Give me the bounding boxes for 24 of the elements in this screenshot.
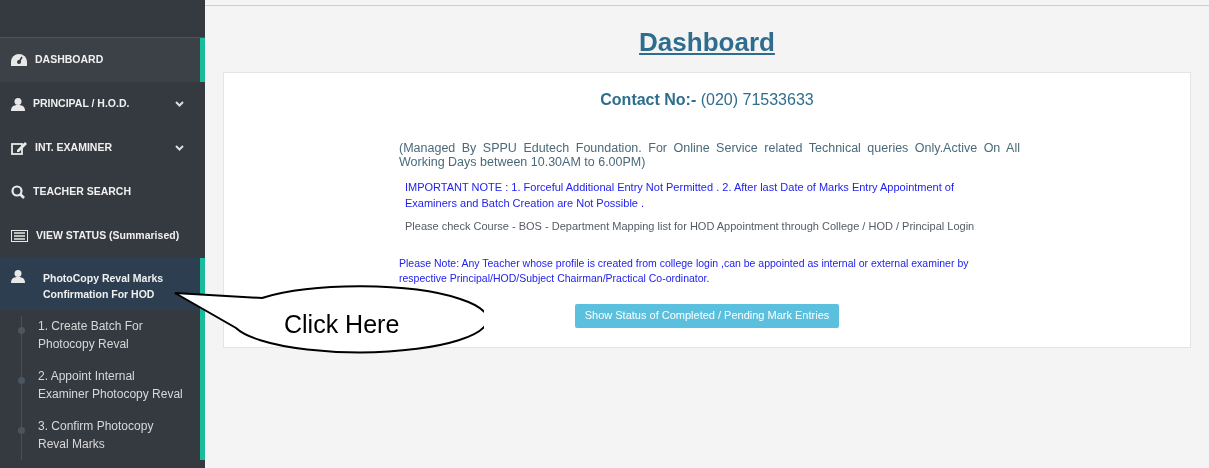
submenu-item[interactable]: 1. Create Batch For Photocopy Reval	[0, 310, 200, 360]
user-icon	[11, 97, 25, 111]
sidebar-item[interactable]: PhotoCopy Reval Marks Confirmation For HOD	[0, 258, 205, 310]
sidebar-item[interactable]: TEACHER SEARCH	[0, 170, 205, 214]
managed-note: (Managed By SPPU Edutech Foundation. For Online Service related Technical queries Only.Active On All Working Days between 10.30AM to 6.00PM)	[399, 141, 1020, 169]
important-note: IMPORTANT NOTE : 1. Forceful Additional Entry Not Permitted . 2. After last Date of Marks Entry Appointment of Examiners and Batch Creation are Not Possible .	[405, 180, 955, 211]
page-title: Dashboard	[639, 26, 775, 59]
teacher-note: Please Note: Any Teacher whose profile is created from college login ,can be appointed as internal or external examiner by respective Principal/HOD/Subject Chairman/Practical Co-ordinator.	[399, 255, 970, 286]
submenu-item[interactable]: 2. Appoint Internal Examiner Photocopy Reval	[0, 360, 200, 410]
edit-icon	[11, 141, 27, 155]
submenu-item[interactable]: 3. Confirm Photocopy Reval Marks	[0, 410, 200, 460]
mapping-note: Please check Course - BOS - Department Mapping list for HOD Appointment through College / HOD / Principal Login	[405, 219, 976, 234]
search-icon	[11, 185, 25, 199]
list-icon	[11, 230, 28, 242]
callout-text: Click Here	[284, 309, 400, 340]
chevron-down-icon	[175, 145, 184, 151]
gauge-icon	[11, 54, 27, 66]
sidebar-item[interactable]: DASHBOARD	[0, 38, 205, 82]
chevron-down-icon	[175, 101, 184, 107]
sidebar-item[interactable]: VIEW STATUS (Summarised)	[0, 214, 205, 258]
user-icon	[11, 270, 25, 283]
contact-number: Contact No:- (020) 71533633	[600, 90, 814, 110]
sidebar-item[interactable]: PRINCIPAL / H.O.D.	[0, 82, 205, 126]
sidebar-item[interactable]: INT. EXAMINER	[0, 126, 205, 170]
